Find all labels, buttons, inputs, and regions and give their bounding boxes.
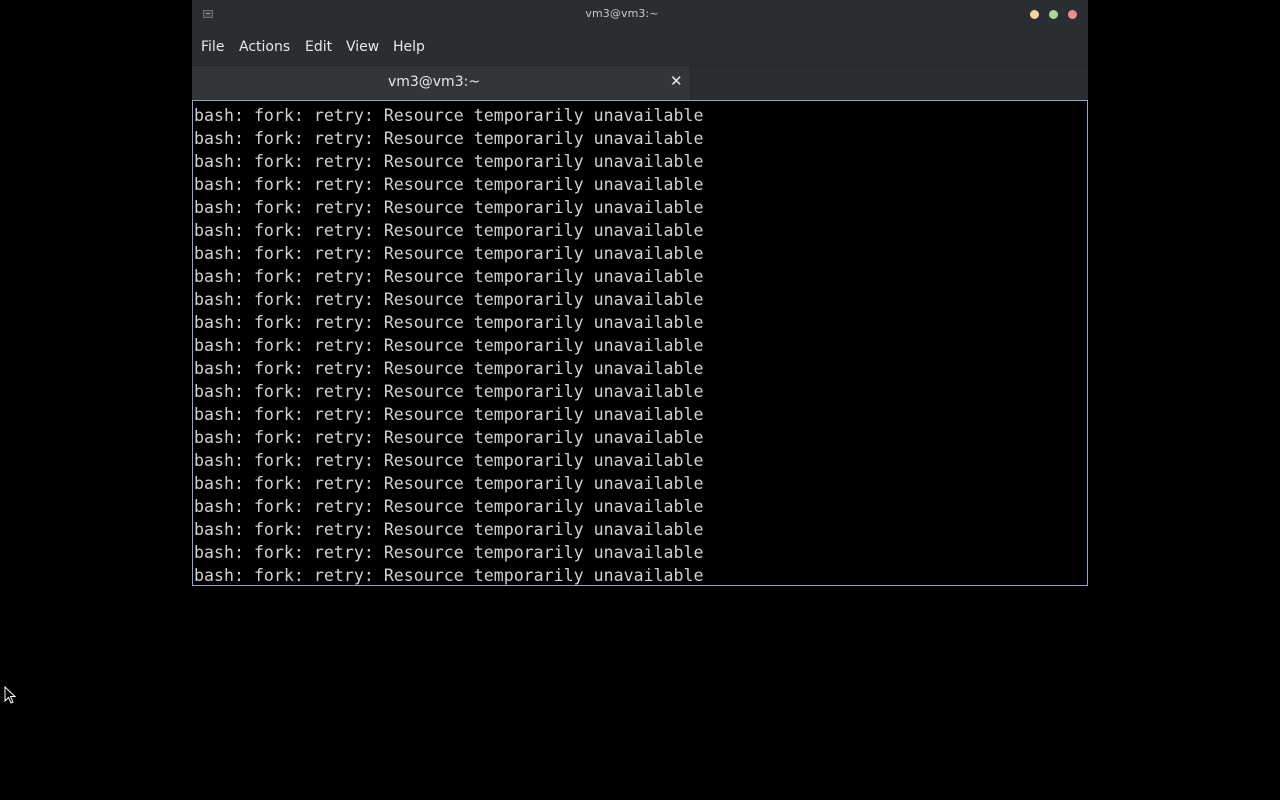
terminal-line: bash: fork: retry: Resource temporarily … xyxy=(194,336,704,355)
terminal-line: bash: fork: retry: Resource temporarily … xyxy=(194,405,704,424)
close-tab-icon[interactable]: ✕ xyxy=(670,72,683,90)
terminal-line: bash: fork: retry: Resource temporarily … xyxy=(194,175,704,194)
terminal-line: bash: fork: retry: Resource temporarily … xyxy=(194,290,704,309)
terminal-line: bash: fork: retry: Resource temporarily … xyxy=(194,451,704,470)
maximize-button[interactable] xyxy=(1049,10,1058,19)
terminal-output[interactable]: bash: fork: retry: Resource temporarily … xyxy=(192,100,1088,586)
menu-bar: File Actions Edit View Help xyxy=(192,29,1088,65)
terminal-line: bash: fork: retry: Resource temporarily … xyxy=(194,152,704,171)
mouse-pointer-icon xyxy=(4,686,16,704)
tab-bar-empty-area xyxy=(691,66,1088,100)
tab-label: vm3@vm3:~ xyxy=(387,74,481,90)
terminal-line: bash: fork: retry: Resource temporarily … xyxy=(194,267,704,286)
terminal-line: bash: fork: retry: Resource temporarily … xyxy=(194,198,704,217)
terminal-line: bash: fork: retry: Resource temporarily … xyxy=(194,497,704,516)
terminal-window: vm3@vm3:~ File Actions Edit View Help vm… xyxy=(192,0,1088,586)
terminal-line: bash: fork: retry: Resource temporarily … xyxy=(194,106,704,125)
minimize-button[interactable] xyxy=(1030,10,1039,19)
menu-file[interactable]: File xyxy=(201,39,224,55)
tab-bar: vm3@vm3:~ ✕ xyxy=(192,65,1088,100)
terminal-line: bash: fork: retry: Resource temporarily … xyxy=(194,382,704,401)
terminal-line: bash: fork: retry: Resource temporarily … xyxy=(194,566,704,585)
terminal-line: bash: fork: retry: Resource temporarily … xyxy=(194,474,704,493)
menu-view[interactable]: View xyxy=(346,39,379,55)
title-bar[interactable]: vm3@vm3:~ xyxy=(192,0,1088,29)
desktop: vm3@vm3:~ File Actions Edit View Help vm… xyxy=(0,0,1280,800)
terminal-line: bash: fork: retry: Resource temporarily … xyxy=(194,520,704,539)
terminal-line: bash: fork: retry: Resource temporarily … xyxy=(194,543,704,562)
terminal-line: bash: fork: retry: Resource temporarily … xyxy=(194,129,704,148)
window-title: vm3@vm3:~ xyxy=(585,7,659,20)
close-window-button[interactable] xyxy=(1068,10,1077,19)
menu-help[interactable]: Help xyxy=(393,39,425,55)
terminal-lines: bash: fork: retry: Resource temporarily … xyxy=(194,104,704,585)
terminal-line: bash: fork: retry: Resource temporarily … xyxy=(194,428,704,447)
tab-terminal[interactable]: vm3@vm3:~ ✕ xyxy=(192,66,691,100)
terminal-line: bash: fork: retry: Resource temporarily … xyxy=(194,359,704,378)
terminal-line: bash: fork: retry: Resource temporarily … xyxy=(194,244,704,263)
terminal-line: bash: fork: retry: Resource temporarily … xyxy=(194,313,704,332)
terminal-line: bash: fork: retry: Resource temporarily … xyxy=(194,221,704,240)
menu-edit[interactable]: Edit xyxy=(305,39,332,55)
menu-actions[interactable]: Actions xyxy=(239,39,290,55)
